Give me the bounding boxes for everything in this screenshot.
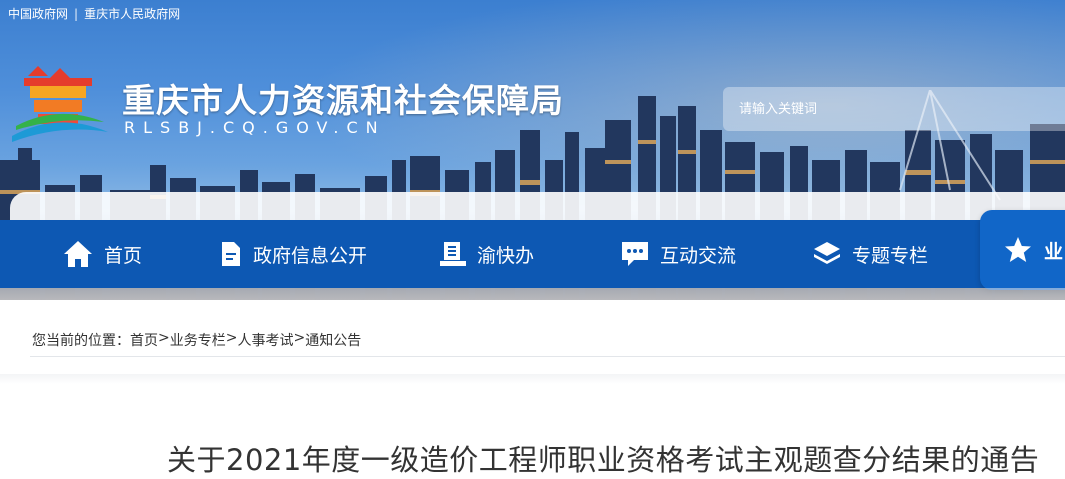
main-nav: 首页 政府信息公开 渝快办 互动交流 专题专栏 (0, 220, 1065, 288)
breadcrumb-separator: > (158, 330, 170, 346)
nav-item-label: 业 (1044, 240, 1064, 263)
article-title: 关于2021年度一级造价工程师职业资格考试主观题查分结果的通告 (167, 443, 1040, 477)
layers-icon (814, 242, 840, 264)
nav-item-label: 首页 (104, 244, 143, 267)
breadcrumb-business[interactable]: 业务专栏 (170, 330, 226, 350)
nav-item-label: 政府信息公开 (253, 244, 368, 267)
breadcrumb-divider (30, 356, 1065, 357)
breadcrumb: 您当前的位置： 首页 > 业务专栏 > 人事考试 > 通知公告 (32, 330, 361, 350)
nav-item-interaction[interactable]: 互动交流 (620, 220, 736, 288)
nav-item-label: 专题专栏 (852, 244, 929, 267)
site-title: 重庆市人力资源和社会保障局 (122, 81, 564, 120)
nav-top-band (10, 192, 1065, 222)
nav-item-topics[interactable]: 专题专栏 (812, 220, 928, 288)
city-gov-link[interactable]: 重庆市人民政府网 (84, 5, 180, 22)
search-input[interactable] (723, 87, 1065, 131)
nav-item-business[interactable]: 业 (980, 210, 1065, 290)
site-domain: RLSBJ.CQ.GOV.CN (124, 118, 386, 137)
service-icon (440, 242, 466, 266)
breadcrumb-notices[interactable]: 通知公告 (305, 330, 361, 350)
star-icon (1005, 237, 1031, 262)
gov-portal-link[interactable]: 中国政府网 (8, 5, 68, 22)
document-icon (222, 242, 240, 266)
search-box (723, 87, 1065, 131)
top-links: 中国政府网 | 重庆市人民政府网 (8, 5, 180, 22)
breadcrumb-home[interactable]: 首页 (130, 330, 158, 350)
bureau-logo[interactable] (8, 66, 112, 146)
top-links-separator: | (74, 6, 79, 21)
nav-item-home[interactable]: 首页 (62, 220, 142, 288)
nav-item-label: 渝快办 (477, 244, 535, 267)
nav-item-gov-info[interactable]: 政府信息公开 (219, 220, 367, 288)
breadcrumb-separator: > (293, 330, 306, 346)
nav-item-yukuaiban[interactable]: 渝快办 (439, 220, 534, 288)
breadcrumb-personnel-exam[interactable]: 人事考试 (237, 330, 293, 350)
breadcrumb-separator: > (225, 330, 238, 346)
breadcrumb-prefix: 您当前的位置： (32, 333, 130, 349)
content-shadow (0, 374, 1065, 384)
header-banner: 中国政府网 | 重庆市人民政府网 重庆市人力资源和社会保障局 RLSBJ.CQ.… (0, 0, 1065, 300)
nav-bottom-strip (0, 288, 1065, 300)
chat-icon (622, 242, 648, 266)
home-icon (64, 241, 92, 267)
nav-item-label: 互动交流 (660, 244, 737, 267)
